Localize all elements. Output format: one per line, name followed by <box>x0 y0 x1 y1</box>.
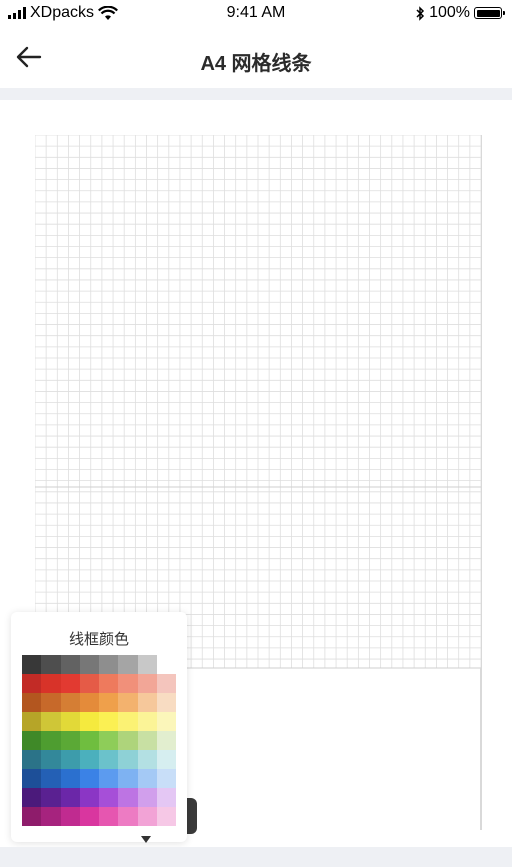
color-swatch[interactable] <box>118 788 138 807</box>
color-swatch[interactable] <box>118 674 138 693</box>
color-swatch[interactable] <box>60 655 80 674</box>
status-right: 100% <box>415 4 505 22</box>
line-color-popup: 线框颜色 <box>11 612 187 842</box>
battery-icon <box>474 7 505 19</box>
page-title: A4 网格线条 <box>200 53 312 75</box>
color-swatch[interactable] <box>99 674 119 693</box>
color-swatch[interactable] <box>137 655 157 674</box>
color-swatch[interactable] <box>41 769 61 788</box>
color-swatch[interactable] <box>22 712 42 731</box>
color-swatch[interactable] <box>99 693 119 712</box>
color-swatch[interactable] <box>118 769 138 788</box>
color-swatch[interactable] <box>41 712 61 731</box>
color-swatch[interactable] <box>118 807 138 826</box>
color-swatch[interactable] <box>22 731 42 750</box>
color-swatch[interactable] <box>22 769 42 788</box>
color-swatch[interactable] <box>156 655 176 674</box>
color-swatch[interactable] <box>118 712 138 731</box>
color-swatch[interactable] <box>22 655 42 674</box>
color-swatch[interactable] <box>22 750 42 769</box>
color-swatch[interactable] <box>60 693 80 712</box>
color-swatch[interactable] <box>137 712 157 731</box>
color-swatch[interactable] <box>60 788 80 807</box>
color-swatch[interactable] <box>41 655 61 674</box>
color-swatch[interactable] <box>79 807 99 826</box>
color-swatch[interactable] <box>79 674 99 693</box>
color-swatch[interactable] <box>137 731 157 750</box>
color-swatch[interactable] <box>137 807 157 826</box>
color-swatch[interactable] <box>118 655 138 674</box>
color-swatch[interactable] <box>118 731 138 750</box>
color-swatch[interactable] <box>137 750 157 769</box>
color-swatch[interactable] <box>41 788 61 807</box>
color-swatch[interactable] <box>156 750 176 769</box>
color-swatch[interactable] <box>137 788 157 807</box>
color-swatch[interactable] <box>79 788 99 807</box>
color-swatch[interactable] <box>41 750 61 769</box>
color-swatch[interactable] <box>41 674 61 693</box>
color-swatch[interactable] <box>99 731 119 750</box>
bottom-divider <box>0 847 512 867</box>
color-palette <box>22 655 176 826</box>
color-swatch[interactable] <box>99 807 119 826</box>
color-swatch[interactable] <box>99 788 119 807</box>
color-swatch[interactable] <box>22 674 42 693</box>
color-swatch[interactable] <box>137 693 157 712</box>
navigation-bar: A4 网格线条 <box>0 26 512 88</box>
color-swatch[interactable] <box>79 731 99 750</box>
popup-title: 线框颜色 <box>68 631 129 648</box>
color-swatch[interactable] <box>79 712 99 731</box>
color-swatch[interactable] <box>60 750 80 769</box>
color-swatch[interactable] <box>22 807 42 826</box>
battery-percent: 100% <box>429 4 470 21</box>
color-swatch[interactable] <box>118 750 138 769</box>
color-swatch[interactable] <box>156 674 176 693</box>
color-swatch[interactable] <box>22 693 42 712</box>
color-swatch[interactable] <box>79 750 99 769</box>
status-bar: XDpacks 9:41 AM 100% <box>0 0 512 26</box>
color-swatch[interactable] <box>156 769 176 788</box>
color-swatch[interactable] <box>156 693 176 712</box>
color-swatch[interactable] <box>156 788 176 807</box>
color-swatch[interactable] <box>99 769 119 788</box>
color-swatch[interactable] <box>60 712 80 731</box>
color-swatch[interactable] <box>99 712 119 731</box>
color-swatch[interactable] <box>41 731 61 750</box>
color-swatch[interactable] <box>99 750 119 769</box>
color-swatch[interactable] <box>41 807 61 826</box>
caret-down-icon[interactable] <box>141 836 151 843</box>
color-swatch[interactable] <box>79 769 99 788</box>
color-swatch[interactable] <box>60 807 80 826</box>
color-swatch[interactable] <box>99 655 119 674</box>
color-swatch[interactable] <box>22 788 42 807</box>
color-swatch[interactable] <box>118 693 138 712</box>
back-arrow-icon[interactable] <box>14 42 44 72</box>
color-swatch[interactable] <box>60 674 80 693</box>
color-swatch[interactable] <box>79 693 99 712</box>
color-swatch[interactable] <box>137 769 157 788</box>
color-swatch[interactable] <box>156 731 176 750</box>
top-divider <box>0 88 512 100</box>
color-swatch[interactable] <box>156 807 176 826</box>
color-swatch[interactable] <box>137 674 157 693</box>
color-swatch[interactable] <box>41 693 61 712</box>
color-swatch[interactable] <box>60 769 80 788</box>
color-swatch[interactable] <box>60 731 80 750</box>
bluetooth-icon <box>416 5 425 21</box>
color-swatch[interactable] <box>156 712 176 731</box>
color-swatch[interactable] <box>79 655 99 674</box>
